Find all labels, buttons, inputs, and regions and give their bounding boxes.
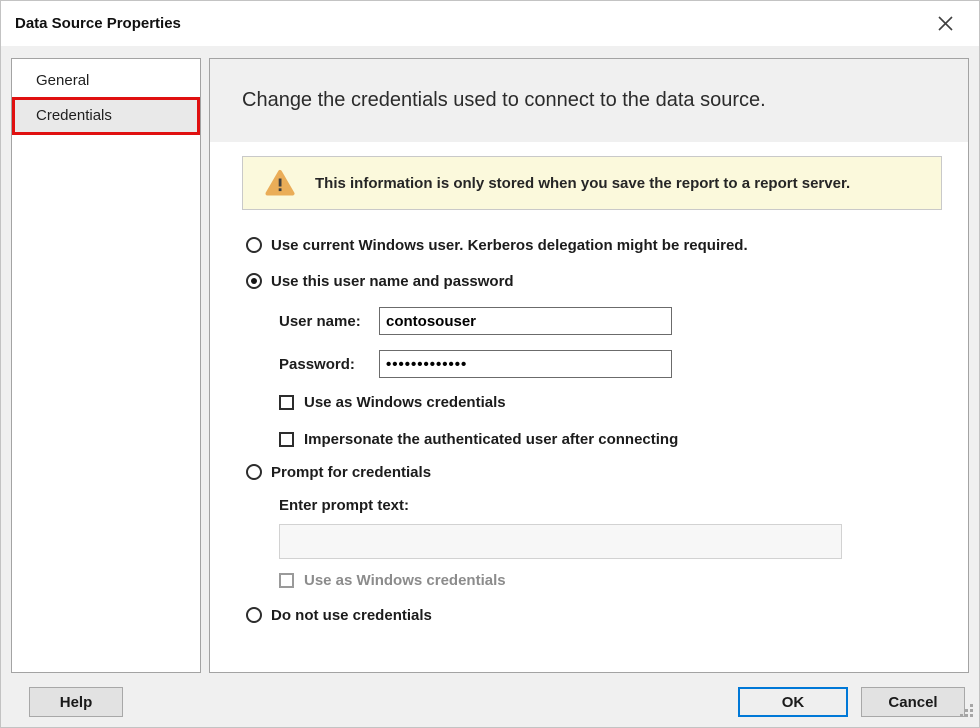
username-row: User name: <box>279 306 672 336</box>
radio-label: Prompt for credentials <box>271 464 431 481</box>
credentials-pane: Change the credentials used to connect t… <box>209 58 969 673</box>
impersonate-checkbox[interactable] <box>279 432 294 447</box>
password-label: Password: <box>279 356 379 373</box>
option-no-credentials: Do not use credentials <box>246 601 432 629</box>
sidebar-item-general[interactable]: General <box>12 63 200 98</box>
prompt-text-label-row: Enter prompt text: <box>279 491 409 519</box>
username-label: User name: <box>279 313 379 330</box>
sidebar: General Credentials <box>11 58 201 673</box>
windows-credentials-prompt-row: Use as Windows credentials <box>279 566 506 594</box>
help-button[interactable]: Help <box>29 687 123 717</box>
ok-button[interactable]: OK <box>738 687 848 717</box>
pane-heading: Change the credentials used to connect t… <box>242 89 766 112</box>
option-prompt-credentials: Prompt for credentials <box>246 458 431 486</box>
radio-no-credentials[interactable] <box>246 607 262 623</box>
radio-label: Do not use credentials <box>271 607 432 624</box>
warning-text: This information is only stored when you… <box>315 175 850 192</box>
password-input[interactable] <box>379 350 672 378</box>
resize-grip[interactable] <box>959 702 974 722</box>
checkbox-label: Use as Windows credentials <box>304 572 506 589</box>
radio-label: Use current Windows user. Kerberos deleg… <box>271 237 748 254</box>
username-input[interactable] <box>379 307 672 335</box>
windows-credentials-prompt-checkbox[interactable] <box>279 573 294 588</box>
close-button[interactable] <box>921 1 969 45</box>
radio-label: Use this user name and password <box>271 273 514 290</box>
close-icon <box>938 16 953 31</box>
pane-header: Change the credentials used to connect t… <box>210 59 968 142</box>
sidebar-item-credentials[interactable]: Credentials <box>12 98 200 133</box>
cancel-button[interactable]: Cancel <box>861 687 965 717</box>
prompt-text-label: Enter prompt text: <box>279 497 409 514</box>
radio-username-password[interactable] <box>246 273 262 289</box>
checkbox-label: Use as Windows credentials <box>304 394 506 411</box>
prompt-text-input[interactable] <box>279 524 842 559</box>
password-row: Password: <box>279 349 672 379</box>
option-current-windows-user: Use current Windows user. Kerberos deleg… <box>246 231 748 259</box>
title-bar: Data Source Properties <box>1 1 979 46</box>
sidebar-item-label: Credentials <box>36 107 112 124</box>
option-username-password: Use this user name and password <box>246 267 514 295</box>
warning-triangle-icon <box>265 169 295 197</box>
window-title: Data Source Properties <box>15 15 181 32</box>
data-source-properties-dialog: { "window": { "title": "Data Source Prop… <box>0 0 980 728</box>
radio-current-windows-user[interactable] <box>246 237 262 253</box>
impersonate-row: Impersonate the authenticated user after… <box>279 425 678 453</box>
checkbox-label: Impersonate the authenticated user after… <box>304 431 678 448</box>
windows-credentials-checkbox[interactable] <box>279 395 294 410</box>
radio-prompt-credentials[interactable] <box>246 464 262 480</box>
sidebar-item-label: General <box>36 72 89 89</box>
warning-banner: This information is only stored when you… <box>242 156 942 210</box>
windows-credentials-row: Use as Windows credentials <box>279 388 506 416</box>
